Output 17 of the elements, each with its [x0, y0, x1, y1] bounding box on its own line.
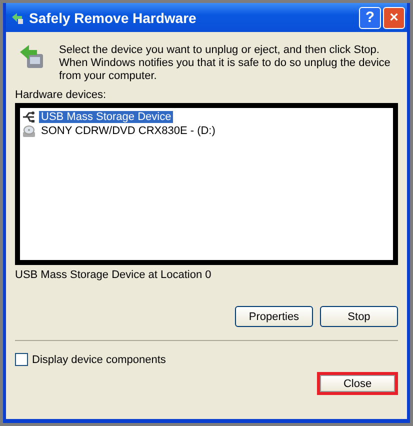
usb-icon	[22, 110, 36, 124]
close-button[interactable]: ×	[383, 6, 405, 28]
stop-button[interactable]: Stop	[320, 306, 398, 327]
window-title: Safely Remove Hardware	[29, 10, 198, 26]
drive-icon	[22, 124, 36, 138]
checkbox[interactable]	[15, 353, 28, 366]
device-list[interactable]: USB Mass Storage Device SONY CDRW/DVD CRX830E - (D:)	[15, 103, 398, 265]
device-location-text: USB Mass Storage Device at Location 0	[15, 269, 212, 281]
close-dialog-button[interactable]: Close	[320, 375, 395, 392]
properties-button[interactable]: Properties	[235, 306, 313, 327]
help-button[interactable]: ?	[359, 6, 381, 28]
device-item[interactable]: USB Mass Storage Device	[39, 111, 174, 123]
devices-label: Hardware devices:	[15, 89, 108, 101]
checkbox-label: Display device components	[32, 354, 166, 366]
hardware-icon	[10, 10, 24, 24]
instructions-text: Select the device you want to unplug or eject, and then click Stop. When Windows notifies you that it is safe to do so unplug the device from your computer.	[59, 44, 392, 83]
device-item[interactable]: SONY CDRW/DVD CRX830E - (D:)	[39, 125, 218, 137]
